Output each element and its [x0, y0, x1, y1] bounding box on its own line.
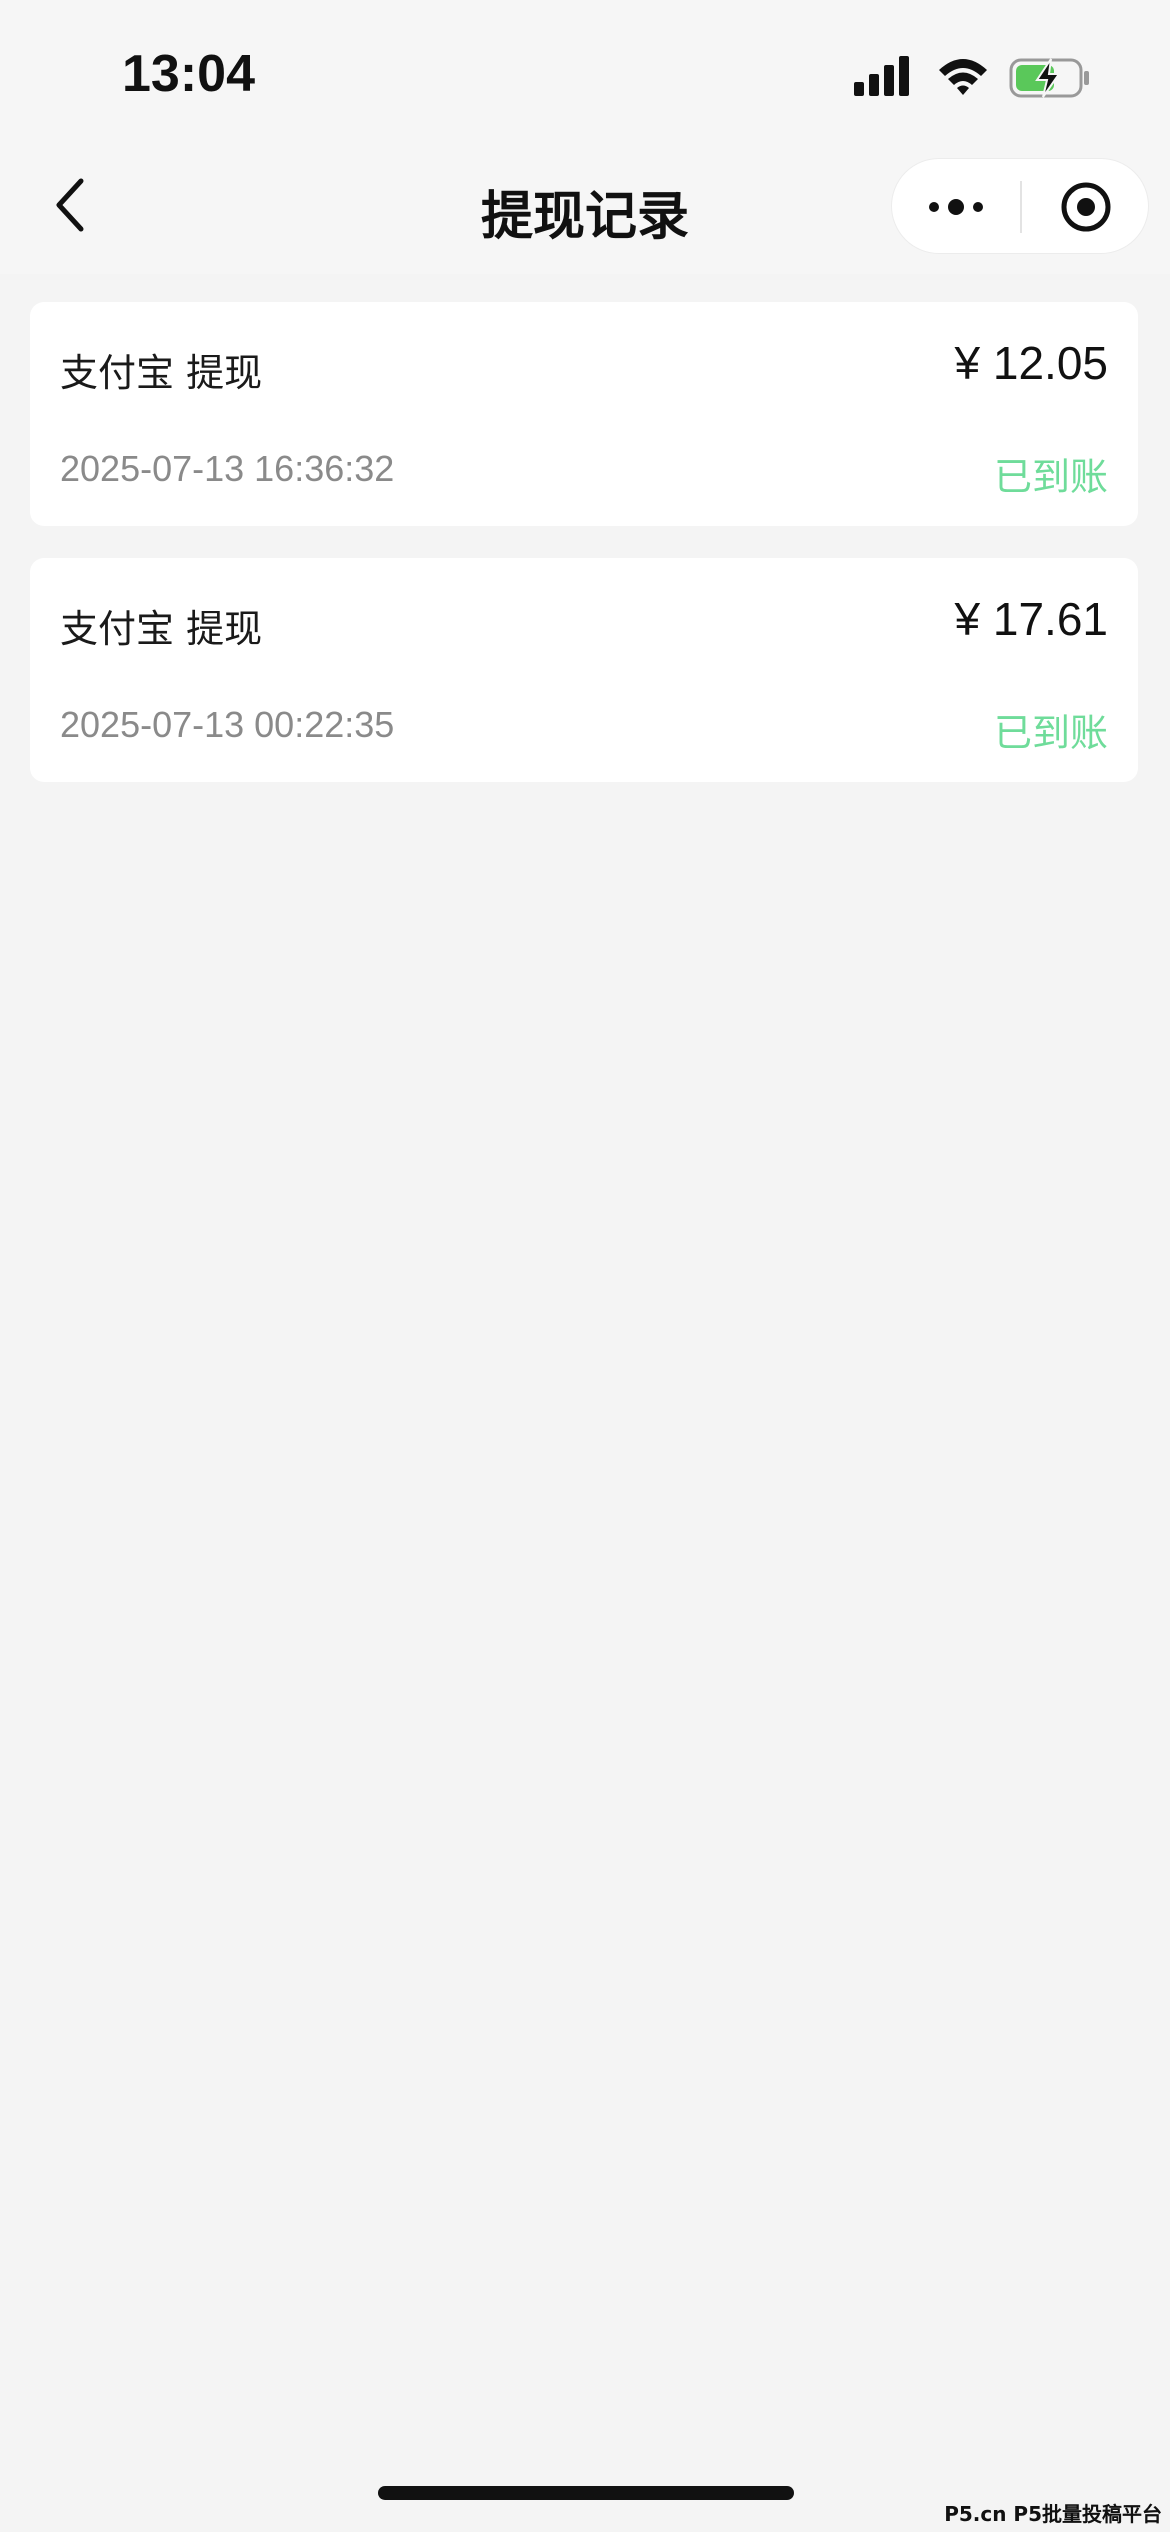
battery-charging-icon: [1009, 58, 1089, 98]
more-button[interactable]: [892, 159, 1020, 255]
wifi-icon: [939, 59, 987, 95]
status-bar: 13:04: [0, 0, 1170, 140]
record-status: 已到账: [993, 711, 1108, 755]
record-amount: ¥ 17.61: [954, 593, 1108, 645]
record-time: 2025-07-13 16:36:32: [60, 448, 395, 489]
more-dots-icon: [929, 199, 983, 215]
watermark: P5.cn P5批量投稿平台: [944, 2502, 1162, 2526]
nav-bar: 提现记录: [0, 140, 1170, 274]
mini-program-capsule: [891, 158, 1149, 254]
withdrawal-records-page: 13:04 提现记录 支付宝 提现 ¥ 12.05 2025-07-13 16:…: [0, 0, 1170, 2532]
record-title: 支付宝 提现: [60, 607, 263, 651]
record-amount: ¥ 12.05: [954, 337, 1108, 389]
home-indicator: [378, 2486, 794, 2500]
record-time: 2025-07-13 00:22:35: [60, 704, 395, 745]
record-card[interactable]: 支付宝 提现 ¥ 17.61 2025-07-13 00:22:35 已到账: [30, 558, 1138, 782]
record-status: 已到账: [993, 455, 1108, 499]
close-button[interactable]: [1022, 159, 1150, 255]
record-title: 支付宝 提现: [60, 351, 263, 395]
record-card[interactable]: 支付宝 提现 ¥ 12.05 2025-07-13 16:36:32 已到账: [30, 302, 1138, 526]
target-circle-icon: [1061, 182, 1111, 232]
status-time: 13:04: [122, 45, 255, 103]
withdrawal-record-list: 支付宝 提现 ¥ 12.05 2025-07-13 16:36:32 已到账 支…: [30, 302, 1138, 814]
signal-icon: [854, 56, 909, 96]
